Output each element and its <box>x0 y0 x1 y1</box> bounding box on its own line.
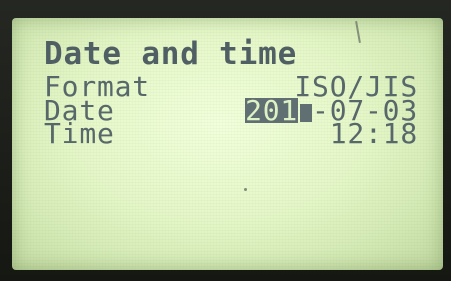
screen-title: Date and time <box>44 36 298 72</box>
lcd-screen: Date and time Format ISO/JIS Date 201 -07… <box>12 18 443 270</box>
dust-speck <box>244 188 247 191</box>
time-label: Time <box>44 117 115 150</box>
time-value[interactable]: 12:18 <box>330 120 418 148</box>
selected-year-field[interactable]: 201 <box>245 97 299 125</box>
time-setting-row[interactable]: Time 12:18 <box>44 117 418 150</box>
screen-scratch <box>355 20 361 44</box>
cursor-icon <box>300 104 313 122</box>
device-frame: Date and time Format ISO/JIS Date 201 -07… <box>0 0 451 281</box>
